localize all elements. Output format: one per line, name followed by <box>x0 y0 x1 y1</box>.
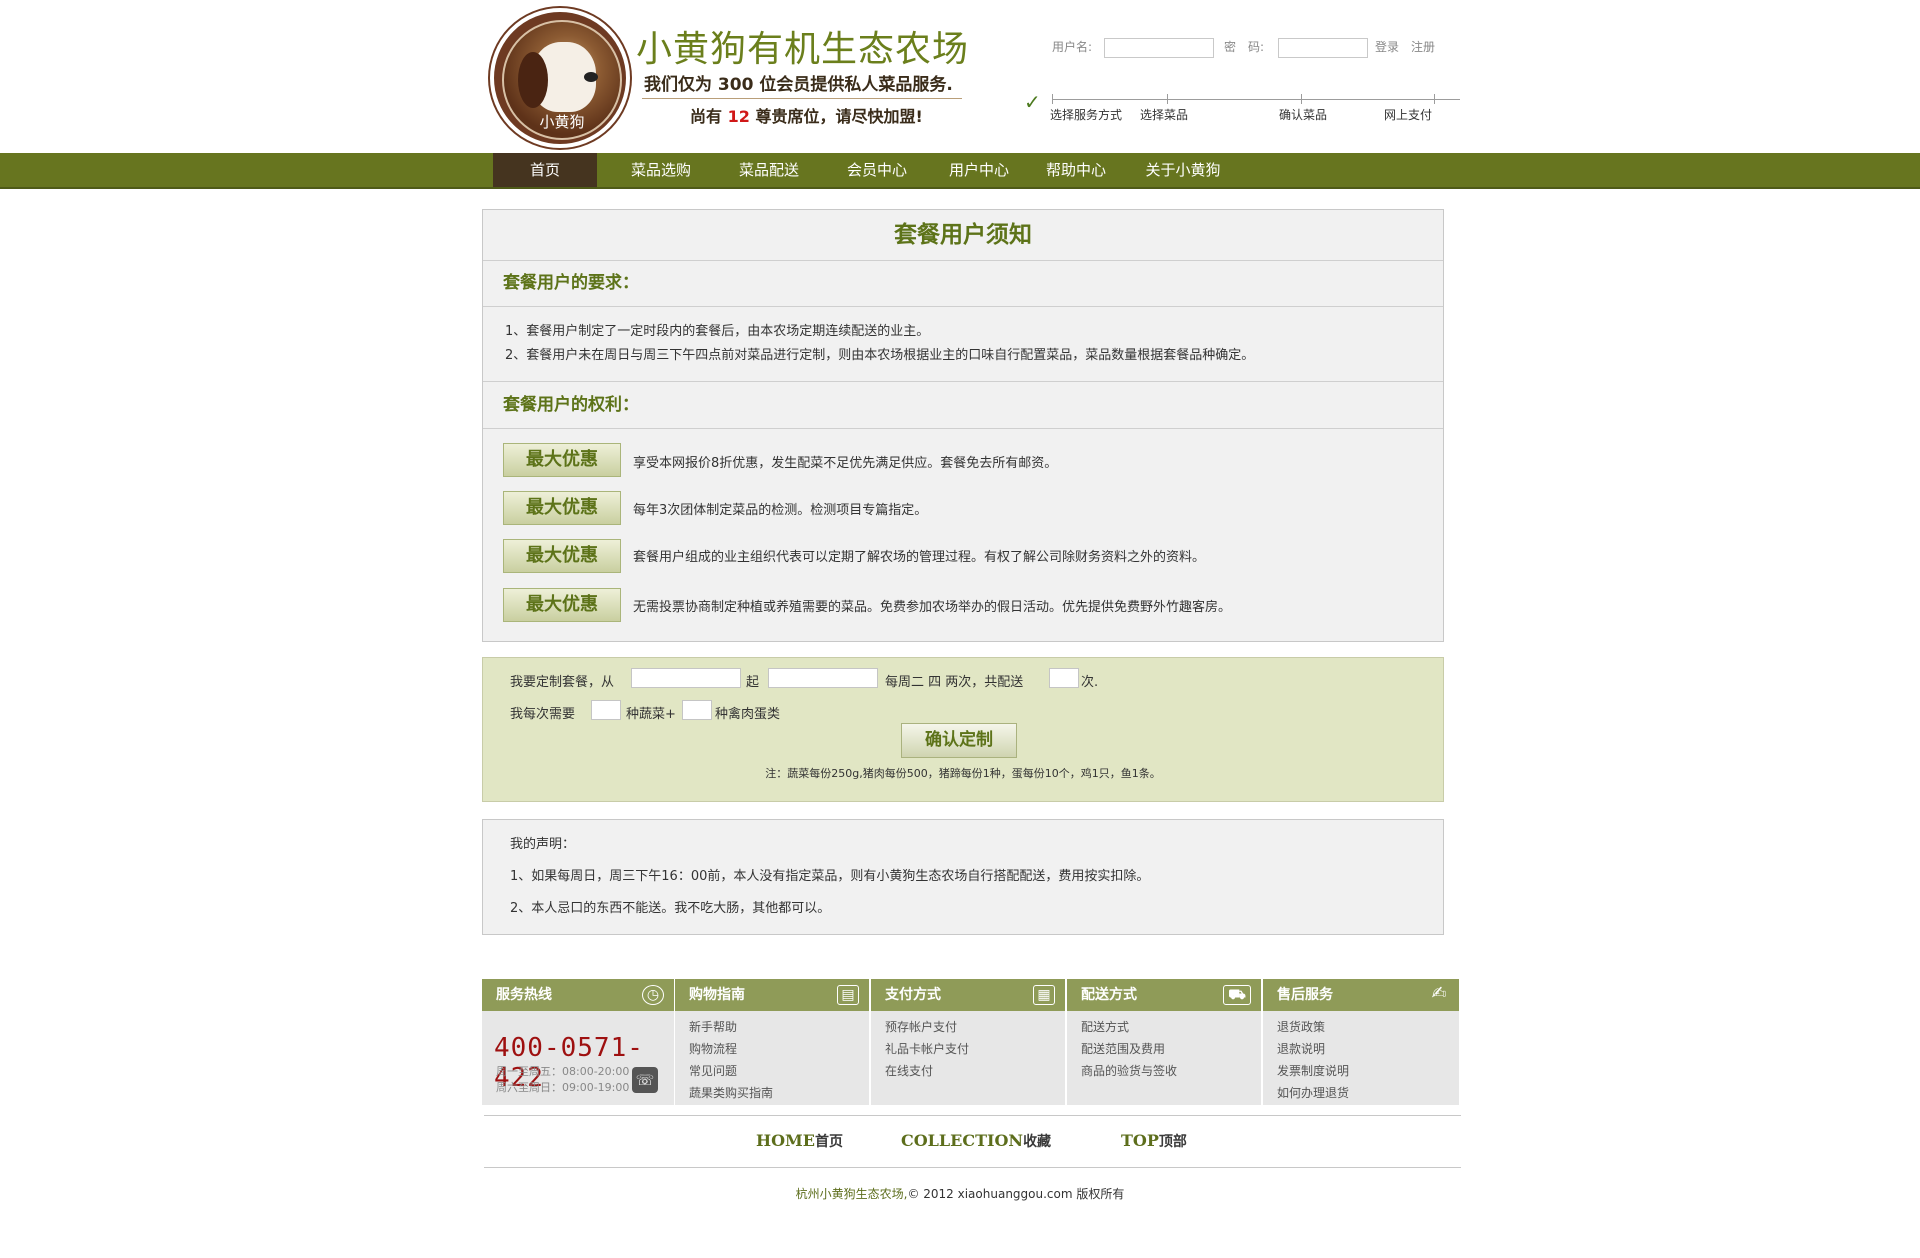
seats-remaining: 尚有 12 尊贵席位，请尽快加盟! <box>690 107 923 126</box>
footer-link[interactable]: 如何办理退货 <box>1277 1084 1349 1101</box>
footer-link[interactable]: 购物流程 <box>689 1040 737 1057</box>
clock-icon: ◷ <box>642 985 664 1005</box>
declaration-item: 2、本人忌口的东西不能送。我不吃大肠，其他都可以。 <box>510 901 831 916</box>
footer-link[interactable]: 配送方式 <box>1081 1018 1129 1035</box>
nav-about[interactable]: 关于小黄狗 <box>1137 153 1229 187</box>
collection-link[interactable]: COLLECTION收藏 <box>901 1131 1051 1151</box>
logo-text: 小黄狗 <box>539 113 585 131</box>
footer-link[interactable]: 发票制度说明 <box>1277 1062 1349 1079</box>
phone-icon: ☏ <box>632 1067 658 1093</box>
discount-badge: 最大优惠 <box>503 588 621 622</box>
password-label: 密 码: <box>1224 40 1265 54</box>
form-label: 种禽肉蛋类 <box>715 707 781 722</box>
form-label: 每周二 四 两次，共配送 <box>885 675 1024 690</box>
right-item: 套餐用户组成的业主组织代表可以定期了解农场的管理过程。有权了解公司除财务资料之外… <box>633 550 1206 565</box>
footer-link[interactable]: 在线支付 <box>885 1062 933 1079</box>
form-label: 种蔬菜+ <box>626 707 676 722</box>
meat-count-input[interactable] <box>682 700 712 720</box>
top-link[interactable]: TOP顶部 <box>1121 1131 1187 1151</box>
right-item: 每年3次团体制定菜品的检测。检测项目专篇指定。 <box>633 503 928 518</box>
main-nav: 首页 菜品选购 菜品配送 会员中心 用户中心 帮助中心 关于小黄狗 <box>0 153 1920 189</box>
order-steps: ✓ 选择服务方式 选择菜品 确认菜品 网上支付 <box>1024 90 1460 122</box>
discount-badge: 最大优惠 <box>503 443 621 477</box>
end-date-input[interactable] <box>768 668 878 688</box>
site-title: 小黄狗有机生态农场 <box>636 29 970 70</box>
check-icon: ✓ <box>1024 90 1041 114</box>
step-label: 选择菜品 <box>1140 108 1189 122</box>
login-link[interactable]: 登录 <box>1375 38 1399 55</box>
nav-products[interactable]: 菜品选购 <box>620 153 702 187</box>
nav-delivery[interactable]: 菜品配送 <box>728 153 810 187</box>
confirm-order-button[interactable]: 确认定制 <box>901 723 1017 758</box>
book-icon: ▤ <box>837 985 859 1005</box>
portion-note: 注：蔬菜每份250g,猪肉每份500，猪蹄每份1种，蛋每份10个，鸡1只，鱼1条… <box>765 767 1161 780</box>
requirement-item: 1、套餐用户制定了一定时段内的套餐后，由本农场定期连续配送的业主。 <box>505 324 930 339</box>
footer-col-title: 支付方式 ▦ <box>871 979 1065 1011</box>
calendar-icon: ▦ <box>1033 985 1055 1005</box>
footer-payment-col: 支付方式 ▦ 预存帐户支付 礼品卡帐户支付 在线支付 <box>871 979 1065 1105</box>
nav-user-center[interactable]: 用户中心 <box>938 153 1020 187</box>
right-item: 享受本网报价8折优惠，发生配菜不足优先满足供应。套餐免去所有邮资。 <box>633 456 1058 471</box>
slogan-divider <box>642 98 962 99</box>
step-label: 选择服务方式 <box>1050 108 1123 122</box>
copyright: 杭州小黄狗生态农场,© 2012 xiaohuanggou.com 版权所有 <box>795 1187 1125 1201</box>
declaration-item: 1、如果每周日，周三下午16：00前，本人没有指定菜品，则有小黄狗生态农场自行搭… <box>510 869 1150 884</box>
footer-aftersale-col: 售后服务 ✍ 退货政策 退款说明 发票制度说明 如何办理退货 <box>1263 979 1459 1105</box>
form-label: 我每次需要 <box>510 707 576 722</box>
home-link[interactable]: HOME首页 <box>756 1131 843 1151</box>
footer-col-title: 售后服务 ✍ <box>1263 979 1459 1011</box>
footer-link[interactable]: 常见问题 <box>689 1062 737 1079</box>
footer-col-title: 服务热线 ◷ <box>482 979 674 1011</box>
service-icon: ✍ <box>1431 983 1447 1004</box>
nav-home[interactable]: 首页 <box>493 153 597 187</box>
notice-title: 套餐用户须知 <box>483 210 1443 261</box>
nav-member-center[interactable]: 会员中心 <box>836 153 918 187</box>
requirements-heading: 套餐用户的要求： <box>483 260 1443 307</box>
order-form: 我要定制套餐，从 起 每周二 四 两次，共配送 次. 我每次需要 种蔬菜+ 种禽… <box>482 657 1444 802</box>
register-link[interactable]: 注册 <box>1411 38 1435 55</box>
delivery-count-input[interactable] <box>1049 668 1079 688</box>
vegetable-count-input[interactable] <box>591 700 621 720</box>
footer-link[interactable]: 退款说明 <box>1277 1040 1325 1057</box>
hours-weekend: 周六至周日：09:00-19:00 <box>496 1081 630 1094</box>
hours-weekday: 周一至周五：08:00-20:00 <box>496 1065 630 1078</box>
discount-badge: 最大优惠 <box>503 491 621 525</box>
username-input[interactable] <box>1104 38 1214 58</box>
footer-col-title: 购物指南 ▤ <box>675 979 869 1011</box>
notice-panel: 套餐用户须知 套餐用户的要求： 1、套餐用户制定了一定时段内的套餐后，由本农场定… <box>482 209 1444 642</box>
form-label: 我要定制套餐，从 <box>510 675 615 690</box>
footer-delivery-col: 配送方式 ⛟ 配送方式 配送范围及费用 商品的验货与签收 <box>1067 979 1261 1105</box>
truck-icon: ⛟ <box>1223 985 1251 1005</box>
footer-link[interactable]: 礼品卡帐户支付 <box>885 1040 969 1057</box>
declaration-panel: 我的声明： 1、如果每周日，周三下午16：00前，本人没有指定菜品，则有小黄狗生… <box>482 819 1444 935</box>
requirement-item: 2、套餐用户未在周日与周三下午四点前对菜品进行定制，则由本农场根据业主的口味自行… <box>505 348 1255 363</box>
site-logo[interactable]: 小黄狗 <box>490 8 630 148</box>
footer-link[interactable]: 蔬果类购买指南 <box>689 1084 773 1101</box>
footer-link[interactable]: 预存帐户支付 <box>885 1018 957 1035</box>
password-input[interactable] <box>1278 38 1368 58</box>
rights-heading: 套餐用户的权利： <box>483 381 1443 429</box>
form-label: 起 <box>746 675 760 690</box>
start-date-input[interactable] <box>631 668 741 688</box>
nav-help-center[interactable]: 帮助中心 <box>1035 153 1117 187</box>
username-label: 用户名: <box>1052 40 1093 54</box>
declaration-heading: 我的声明： <box>510 837 576 852</box>
step-label: 确认菜品 <box>1279 108 1328 122</box>
footer-link[interactable]: 商品的验货与签收 <box>1081 1062 1177 1079</box>
step-label: 网上支付 <box>1384 108 1433 122</box>
footer-divider <box>484 1115 1461 1116</box>
footer-divider <box>484 1167 1461 1168</box>
footer-link[interactable]: 新手帮助 <box>689 1018 737 1035</box>
footer-guide-col: 购物指南 ▤ 新手帮助 购物流程 常见问题 蔬果类购买指南 <box>675 979 869 1105</box>
discount-badge: 最大优惠 <box>503 539 621 573</box>
footer-hotline-col: 服务热线 ◷ 400-0571-422 周一至周五：08:00-20:00 周六至… <box>482 979 674 1105</box>
slogan: 我们仅为 300 位会员提供私人菜品服务. <box>644 75 953 95</box>
right-item: 无需投票协商制定种植或养殖需要的菜品。免费参加农场举办的假日活动。优先提供免费野… <box>633 600 1232 615</box>
footer-col-title: 配送方式 ⛟ <box>1067 979 1261 1011</box>
footer-link[interactable]: 配送范围及费用 <box>1081 1040 1165 1057</box>
footer-link[interactable]: 退货政策 <box>1277 1018 1325 1035</box>
dog-logo-image: 小黄狗 <box>502 20 622 140</box>
form-label: 次. <box>1081 675 1099 690</box>
